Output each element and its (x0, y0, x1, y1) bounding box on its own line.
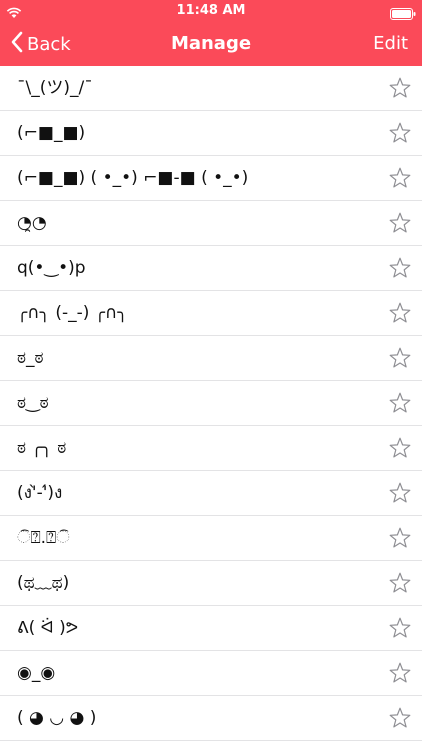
kaomoji-text: ╭∩╮ (-_-) ╭∩╮ (17, 303, 128, 323)
star-icon[interactable] (388, 391, 412, 415)
star-icon[interactable] (388, 166, 412, 190)
star-icon[interactable] (388, 121, 412, 145)
list-item[interactable]: ◔̯◔ (0, 201, 422, 246)
list-item[interactable]: (ง'̀-'́)ง (0, 471, 422, 516)
list-item[interactable]: ¯\_(ツ)_/¯ (0, 66, 422, 111)
star-icon[interactable] (388, 76, 412, 100)
list-item[interactable]: ಠ_ಠ (0, 336, 422, 381)
list-item[interactable]: ◉_◉ (0, 651, 422, 696)
list-item[interactable]: ( ◕ ◡ ◕ ) (0, 696, 422, 741)
kaomoji-text: (ಥ﹏ಥ) (17, 573, 70, 593)
list-item[interactable]: q(•‿•)p (0, 246, 422, 291)
list-item[interactable]: ି⍰.⍰ି (0, 516, 422, 561)
kaomoji-text: ¯\_(ツ)_/¯ (17, 78, 93, 98)
kaomoji-text: ಠ ╭╮ ಠ (17, 438, 67, 458)
list-item[interactable]: ಠ ╭╮ ಠ (0, 426, 422, 471)
status-bar: 11:48 AM (0, 0, 422, 22)
kaomoji-text: ି⍰.⍰ି (17, 528, 70, 548)
list-item[interactable]: ಠ‿ಠ (0, 381, 422, 426)
kaomoji-text: ◔̯◔ (17, 213, 47, 233)
kaomoji-text: ᕕ( ᐛ )ᕗ (17, 618, 79, 638)
navigation-bar: Back Manage Edit (0, 22, 422, 66)
star-icon[interactable] (388, 211, 412, 235)
list-item[interactable]: ╭∩╮ (-_-) ╭∩╮ (0, 291, 422, 336)
status-time: 11:48 AM (176, 3, 246, 18)
kaomoji-text: ಠ_ಠ (17, 348, 44, 368)
star-icon[interactable] (388, 571, 412, 595)
list-item[interactable]: (ಥ﹏ಥ) (0, 561, 422, 606)
star-icon[interactable] (388, 526, 412, 550)
kaomoji-text: (⌐■_■) ( •_•) ⌐■-■ ( •_•) (17, 168, 249, 188)
star-icon[interactable] (388, 436, 412, 460)
star-icon[interactable] (388, 256, 412, 280)
kaomoji-list: ¯\_(ツ)_/¯ (⌐■_■) (⌐■_■) ( •_•) ⌐■-■ ( •_•)… (0, 66, 422, 741)
star-icon[interactable] (388, 481, 412, 505)
list-item[interactable]: (⌐■_■) ( •_•) ⌐■-■ ( •_•) (0, 156, 422, 201)
edit-button[interactable]: Edit (373, 22, 408, 66)
star-icon[interactable] (388, 616, 412, 640)
page-title: Manage (170, 33, 252, 54)
list-item[interactable]: ᕕ( ᐛ )ᕗ (0, 606, 422, 651)
kaomoji-text: (⌐■_■) (17, 123, 86, 143)
star-icon[interactable] (388, 346, 412, 370)
star-icon[interactable] (388, 301, 412, 325)
kaomoji-text: ( ◕ ◡ ◕ ) (17, 708, 97, 728)
kaomoji-text: ಠ‿ಠ (17, 393, 49, 413)
star-icon[interactable] (388, 661, 412, 685)
list-item[interactable]: (⌐■_■) (0, 111, 422, 156)
star-icon[interactable] (388, 706, 412, 730)
kaomoji-text: q(•‿•)p (17, 258, 86, 278)
kaomoji-text: ◉_◉ (17, 663, 56, 683)
kaomoji-text: (ง'̀-'́)ง (17, 483, 63, 503)
